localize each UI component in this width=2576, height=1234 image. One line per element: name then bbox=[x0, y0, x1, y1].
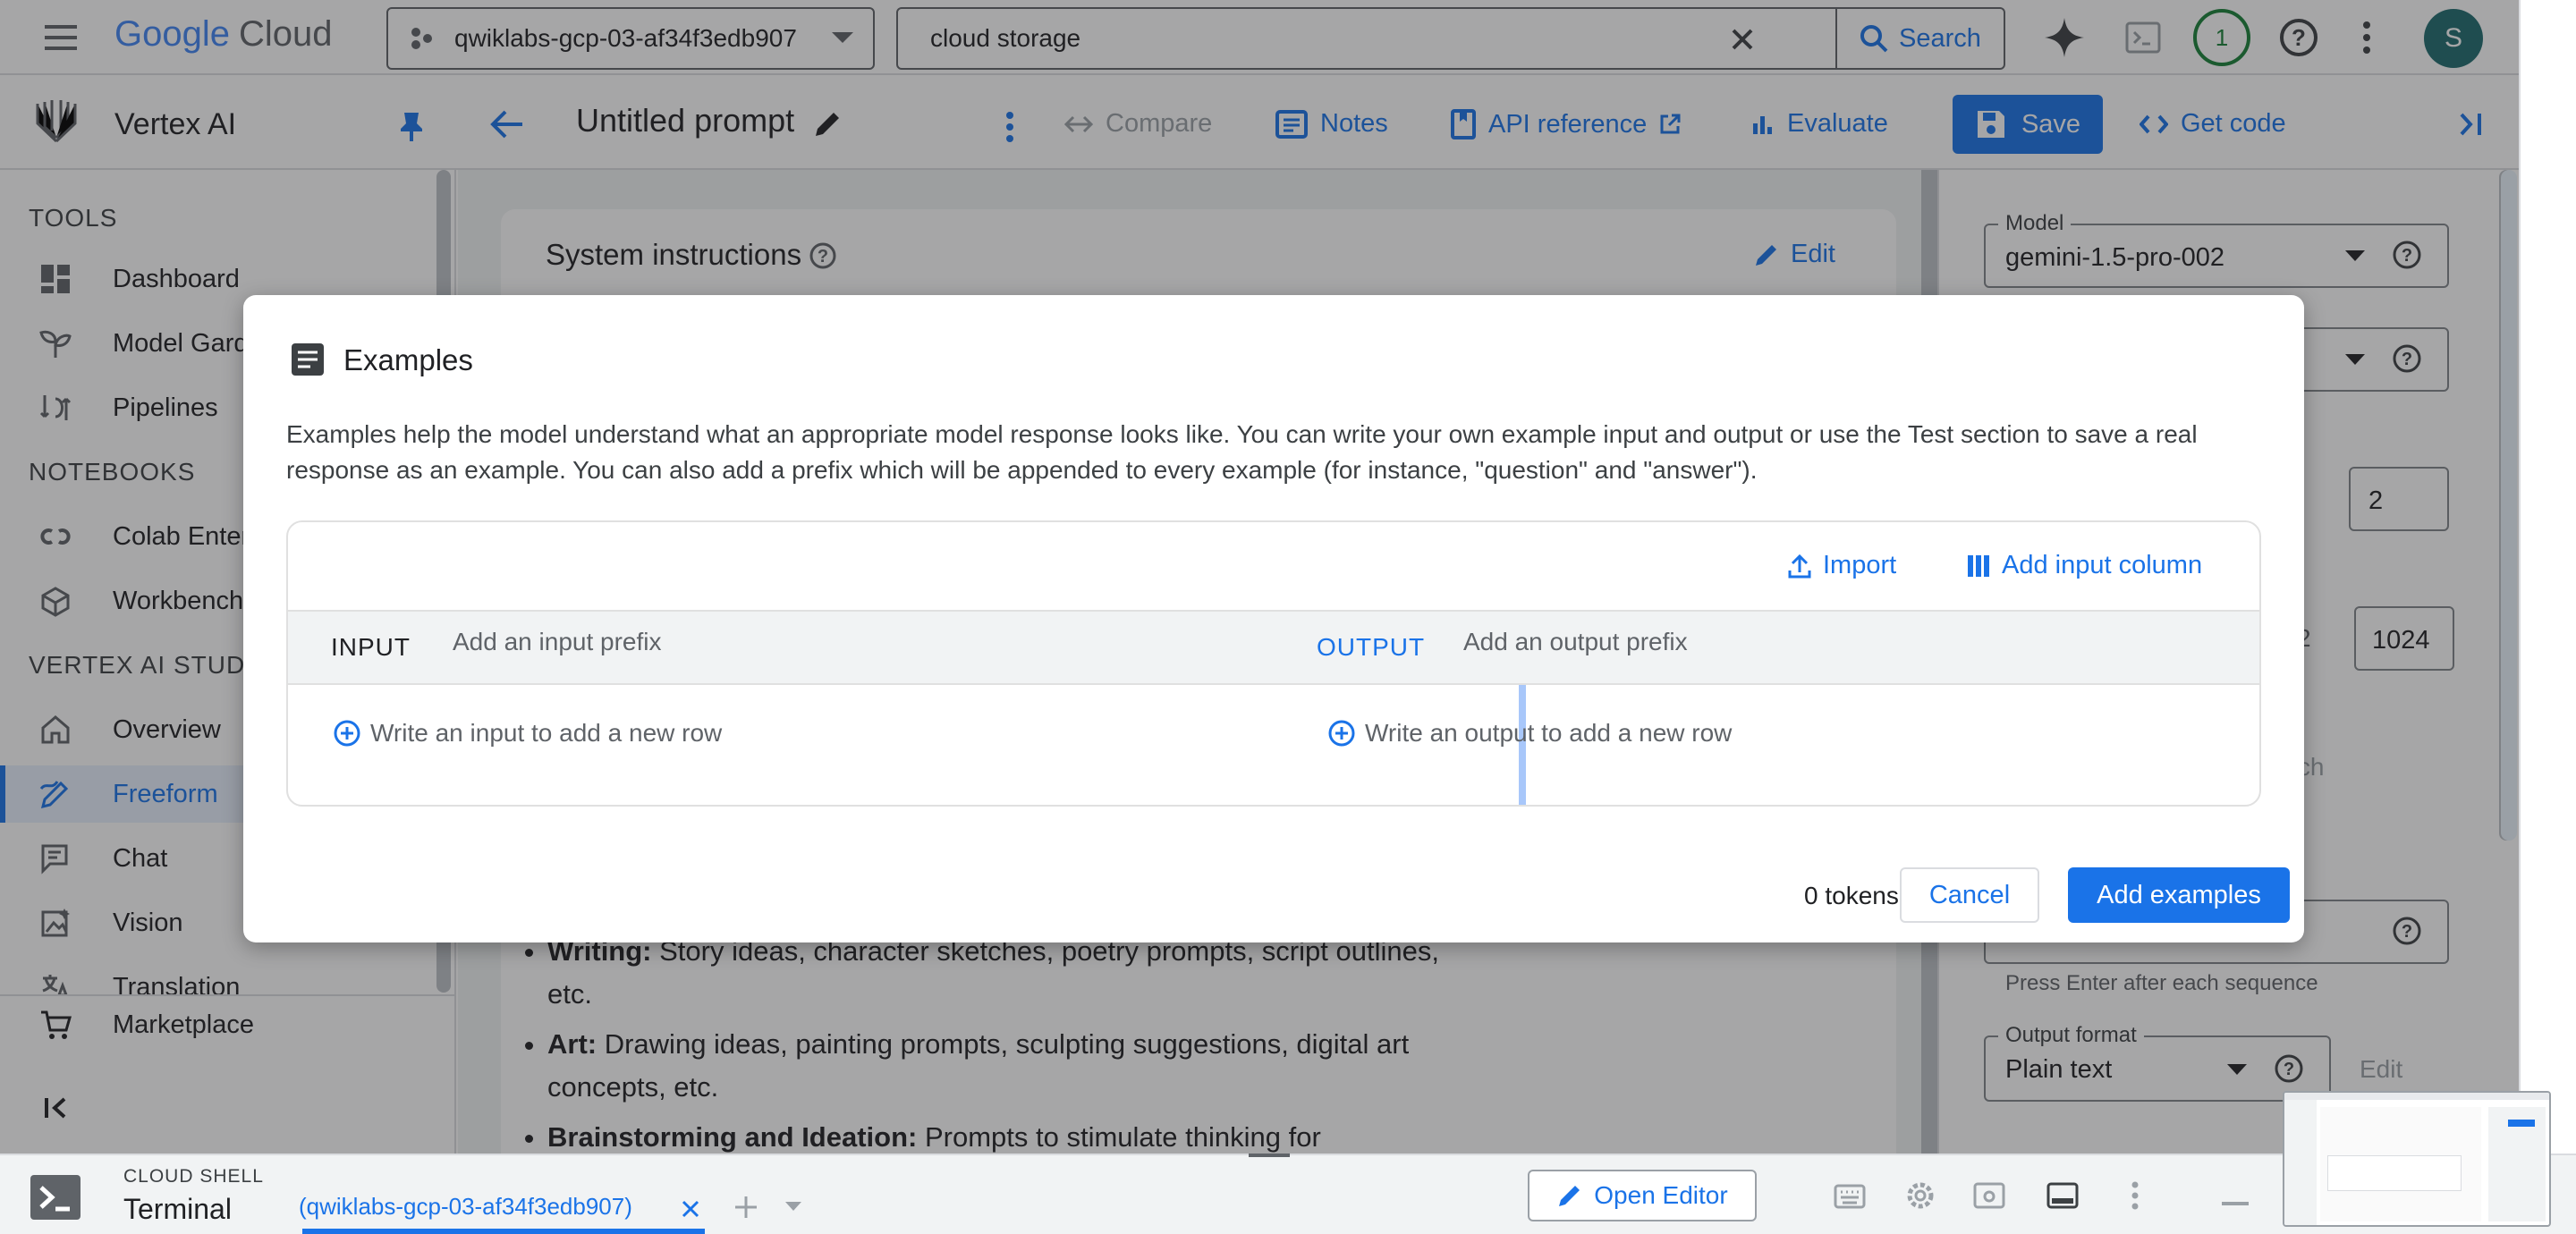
upload-icon bbox=[1787, 553, 1812, 579]
thumbnail-sidebar bbox=[2284, 1100, 2317, 1225]
output-prefix-field[interactable] bbox=[1463, 628, 1911, 656]
terminal-icon bbox=[29, 1173, 82, 1221]
minimize-icon[interactable] bbox=[2222, 1202, 2249, 1207]
examples-dialog: Examples Examples help the model underst… bbox=[243, 295, 2304, 942]
examples-icon bbox=[290, 342, 326, 377]
token-count: 0 tokens bbox=[1804, 882, 1899, 909]
thumbnail-header bbox=[2284, 1093, 2549, 1100]
close-tab-icon[interactable] bbox=[680, 1198, 701, 1220]
examples-header-row: INPUT OUTPUT bbox=[288, 610, 2259, 685]
add-circle-icon bbox=[333, 719, 361, 748]
new-output-hint: Write an output to add a new row bbox=[1365, 719, 1733, 747]
thumbnail-accent bbox=[2508, 1120, 2535, 1127]
input-column-label: INPUT bbox=[331, 633, 411, 661]
add-circle-icon bbox=[1327, 719, 1356, 748]
editor-pencil-icon bbox=[1556, 1182, 1583, 1209]
cloud-shell-bar: CLOUD SHELL Terminal (qwiklabs-gcp-03-af… bbox=[0, 1154, 2576, 1234]
shell-more-icon[interactable] bbox=[2131, 1180, 2140, 1211]
settings-gear-icon[interactable] bbox=[1903, 1179, 1937, 1213]
page-scrollbar[interactable] bbox=[2501, 170, 2517, 841]
new-output-row[interactable]: Write an output to add a new row bbox=[1327, 719, 1732, 748]
maximize-terminal-icon[interactable] bbox=[2046, 1182, 2079, 1209]
web-preview-icon[interactable] bbox=[1973, 1182, 2005, 1209]
cloud-shell-label: CLOUD SHELL bbox=[123, 1166, 264, 1187]
cancel-button[interactable]: Cancel bbox=[1900, 867, 2039, 923]
add-input-column-label: Add input column bbox=[2002, 551, 2203, 579]
open-editor-label: Open Editor bbox=[1594, 1181, 1728, 1209]
new-input-hint: Write an input to add a new row bbox=[370, 719, 723, 747]
dialog-title: Examples bbox=[343, 343, 473, 376]
tab-dropdown-icon[interactable] bbox=[785, 1202, 801, 1211]
add-tab-icon[interactable] bbox=[733, 1195, 758, 1220]
shell-resize-handle[interactable] bbox=[1249, 1154, 1290, 1157]
columns-icon bbox=[1966, 554, 1991, 579]
terminal-tab[interactable]: (qwiklabs-gcp-03-af34f3edb907) bbox=[299, 1193, 632, 1221]
open-editor-button[interactable]: Open Editor bbox=[1528, 1170, 1757, 1221]
dialog-description: Examples help the model understand what … bbox=[286, 420, 2198, 484]
add-input-column-button[interactable]: Add input column bbox=[1966, 551, 2202, 580]
screenshot-thumbnail[interactable] bbox=[2283, 1091, 2551, 1227]
import-label: Import bbox=[1823, 551, 1897, 579]
terminal-title: Terminal bbox=[123, 1193, 232, 1225]
examples-table: Import Add input column INPUT OUTPUT Wri… bbox=[286, 520, 2261, 807]
import-button[interactable]: Import bbox=[1787, 551, 1896, 580]
right-gutter bbox=[2519, 0, 2576, 1154]
input-prefix-field[interactable] bbox=[453, 628, 900, 656]
active-tab-indicator bbox=[302, 1229, 705, 1234]
new-input-row[interactable]: Write an input to add a new row bbox=[333, 719, 722, 748]
keyboard-icon[interactable] bbox=[1834, 1184, 1866, 1209]
output-column-label: OUTPUT bbox=[1317, 633, 1426, 661]
add-examples-button[interactable]: Add examples bbox=[2068, 867, 2290, 923]
thumbnail-dialog bbox=[2327, 1155, 2462, 1191]
